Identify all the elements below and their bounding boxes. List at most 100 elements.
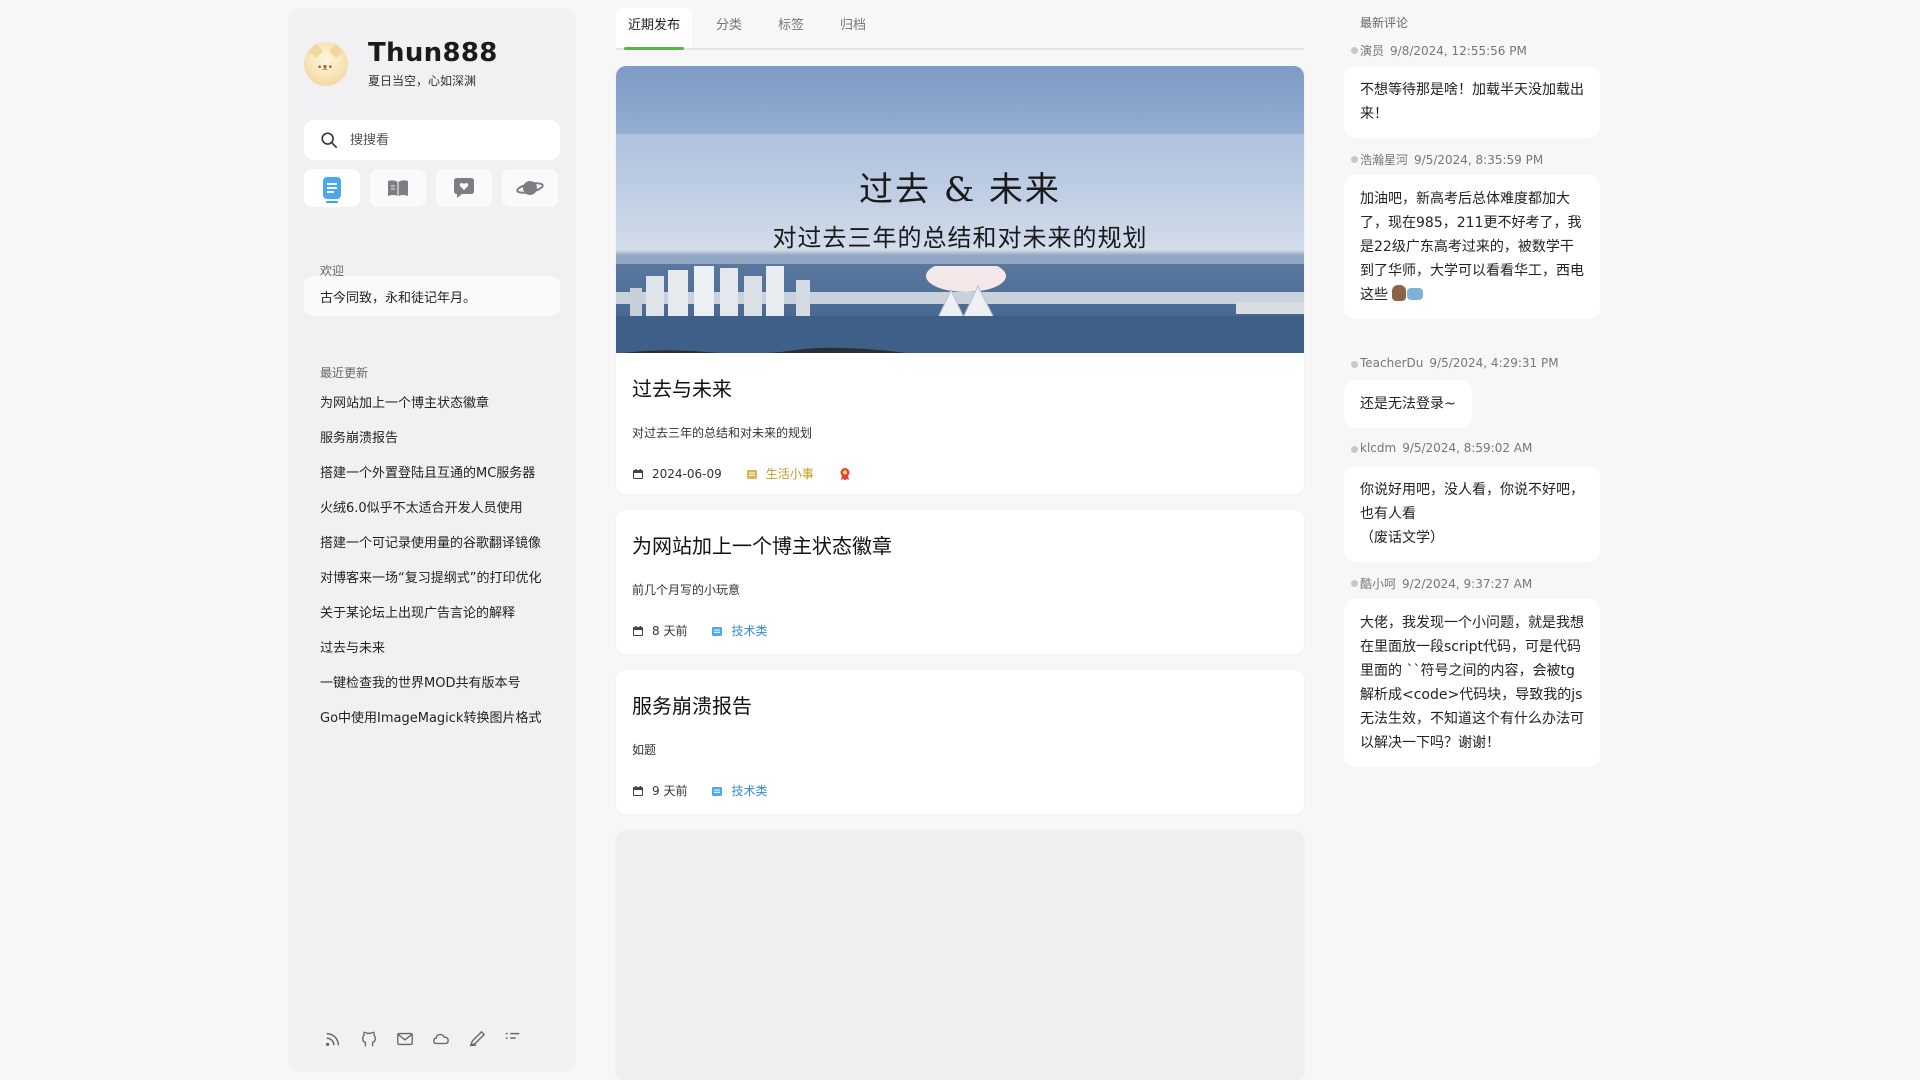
search-icon (321, 132, 338, 149)
tab-recent[interactable]: 近期发布 (616, 8, 693, 50)
comment-author[interactable]: 酷小呵 (1360, 577, 1396, 591)
footer-icons (324, 1030, 522, 1048)
comment-meta: TeacherDu 9/5/2024, 4:29:31 PM (1351, 356, 1559, 370)
post-date: 9 天前 (632, 782, 687, 799)
comment-time: 9/8/2024, 12:55:56 PM (1390, 44, 1527, 58)
recent-item[interactable]: 对博客来一场“复习提纲式”的打印优化 (320, 561, 550, 596)
banner-skyline (616, 266, 1304, 353)
post-card[interactable]: 过去 & 未来 对过去三年的总结和对未来的规划 过去与未来 对过去三年的总结和对… (616, 66, 1304, 494)
comment-time: 9/5/2024, 8:59:02 AM (1402, 441, 1533, 455)
tab-messages[interactable] (436, 169, 492, 207)
comment-author[interactable]: 演员 (1360, 44, 1384, 58)
list-icon[interactable] (504, 1030, 522, 1048)
rss-icon[interactable] (324, 1030, 342, 1048)
post-summary: 前几个月写的小玩意 (632, 583, 741, 597)
pen-icon[interactable] (468, 1030, 486, 1048)
post-banner-image[interactable]: 过去 & 未来 对过去三年的总结和对未来的规划 (616, 66, 1304, 353)
post-date: 2024-06-09 (632, 467, 722, 481)
post-date-text: 8 天前 (652, 624, 688, 638)
folder-icon (712, 786, 723, 796)
post-category-text: 生活小事 (765, 467, 814, 481)
tab-archive[interactable]: 归档 (828, 8, 878, 48)
document-icon (323, 177, 341, 199)
calendar-icon (633, 785, 643, 796)
welcome-text: 古今同致，永和徒记年月。 (304, 276, 560, 316)
comment-author[interactable]: 浩瀚星河 (1360, 153, 1408, 167)
recent-item[interactable]: 一键检查我的世界MOD共有版本号 (320, 666, 550, 701)
calendar-icon (633, 468, 643, 479)
tab-posts[interactable] (304, 169, 360, 207)
post-category[interactable]: 技术类 (711, 622, 767, 639)
award-icon (840, 467, 850, 480)
post-category-text: 技术类 (731, 784, 768, 798)
recent-item[interactable]: 搭建一个外置登陆且互通的MC服务器 (320, 456, 550, 491)
post-category[interactable]: 技术类 (711, 782, 767, 799)
bear-sticker-icon (1392, 285, 1406, 301)
post-card[interactable]: 服务崩溃报告 如题 9 天前 技术类 (616, 670, 1304, 814)
book-icon (388, 180, 408, 196)
sidebar: •ᴥ• Thun888 夏日当空，心如深渊 欢迎 古今同致，永和徒记年月。 最近… (288, 8, 576, 1072)
post-title[interactable]: 为网站加上一个博主状态徽章 (632, 530, 1288, 559)
folder-icon (712, 626, 723, 636)
recent-item[interactable]: 搭建一个可记录使用量的谷歌翻译镜像 (320, 526, 550, 561)
comment-meta: 酷小呵 9/2/2024, 9:37:27 AM (1350, 575, 1533, 592)
site-motto: 夏日当空，心如深渊 (368, 74, 477, 88)
post-date: 8 天前 (632, 622, 687, 639)
comment-author[interactable]: klcdm (1360, 441, 1396, 455)
site-name[interactable]: Thun888 (368, 38, 498, 68)
search-input[interactable] (350, 132, 550, 148)
tab-planet[interactable] (502, 169, 558, 207)
recent-item[interactable]: 关于某论坛上出现广告言论的解释 (320, 596, 550, 631)
post-meta: 8 天前 技术类 (632, 622, 1288, 639)
sidebar-icon-tabs (304, 169, 558, 207)
post-date-text: 9 天前 (652, 784, 688, 798)
tab-tags[interactable]: 标签 (766, 8, 816, 48)
comment-bubble[interactable]: 还是无法登录~ (1344, 380, 1472, 428)
post-meta: 2024-06-09 生活小事 (632, 465, 1288, 482)
recent-item[interactable]: Go中使用ImageMagick转换图片格式 (320, 701, 550, 736)
avatar[interactable]: •ᴥ• (304, 41, 348, 86)
github-icon[interactable] (360, 1030, 378, 1048)
folder-icon (746, 469, 757, 479)
search-box[interactable] (304, 120, 560, 160)
planet-icon (516, 181, 544, 195)
post-title[interactable]: 服务崩溃报告 (632, 690, 1288, 719)
recent-item[interactable]: 为网站加上一个博主状态徽章 (320, 386, 550, 421)
comment-bubble[interactable]: 加油吧，新高考后总体难度都加大了，现在985，211更不好考了，我是22级广东高… (1344, 175, 1600, 319)
recent-item[interactable]: 服务崩溃报告 (320, 421, 550, 456)
chat-heart-icon (454, 178, 474, 198)
comment-bubble[interactable]: 不想等待那是啥！加载半天没加载出来！ (1344, 66, 1600, 138)
comment-time: 9/5/2024, 4:29:31 PM (1429, 356, 1559, 370)
recent-list: 为网站加上一个博主状态徽章 服务崩溃报告 搭建一个外置登陆且互通的MC服务器 火… (320, 386, 550, 736)
comment-bubble[interactable]: 你说好用吧，没人看，你说不好吧，也有人看 （废话文学） (1344, 466, 1600, 562)
post-tabs: 近期发布 分类 标签 归档 (616, 8, 1304, 50)
profile: •ᴥ• Thun888 夏日当空，心如深渊 (304, 38, 498, 89)
post-meta: 9 天前 技术类 (632, 782, 1288, 799)
banner-subtitle: 对过去三年的总结和对未来的规划 (772, 224, 1148, 252)
post-title[interactable]: 过去与未来 (632, 373, 1288, 402)
cat-sticker-icon (1407, 288, 1423, 300)
post-badge (838, 467, 860, 481)
post-card[interactable]: 为网站加上一个博主状态徽章 前几个月写的小玩意 8 天前 技术类 (616, 510, 1304, 654)
calendar-icon (633, 625, 643, 636)
comment-meta: 浩瀚星河 9/5/2024, 8:35:59 PM (1350, 151, 1544, 168)
recent-label: 最近更新 (320, 366, 369, 380)
post-category[interactable]: 生活小事 (746, 465, 814, 482)
tab-categories[interactable]: 分类 (704, 8, 754, 48)
mail-icon[interactable] (396, 1030, 414, 1048)
comment-meta: 演员 9/8/2024, 12:55:56 PM (1351, 42, 1527, 59)
cloud-icon[interactable] (432, 1030, 450, 1048)
tab-books[interactable] (370, 169, 426, 207)
post-summary: 对过去三年的总结和对未来的规划 (632, 426, 813, 440)
comment-time: 9/2/2024, 9:37:27 AM (1402, 577, 1533, 591)
comment-author[interactable]: TeacherDu (1360, 356, 1423, 370)
comment-bubble[interactable]: 大佬，我发现一个小问题，就是我想在里面放一段script代码，可是代码里面的 `… (1344, 599, 1600, 767)
banner-title: 过去 & 未来 (859, 170, 1061, 210)
comment-time: 9/5/2024, 8:35:59 PM (1414, 153, 1544, 167)
recent-item[interactable]: 火绒6.0似乎不太适合开发人员使用 (320, 491, 550, 526)
post-date-text: 2024-06-09 (652, 466, 722, 481)
comment-meta: klcdm 9/5/2024, 8:59:02 AM (1350, 441, 1533, 455)
post-summary: 如题 (632, 743, 657, 757)
recent-item[interactable]: 过去与未来 (320, 631, 550, 666)
post-card-placeholder (616, 830, 1304, 1080)
